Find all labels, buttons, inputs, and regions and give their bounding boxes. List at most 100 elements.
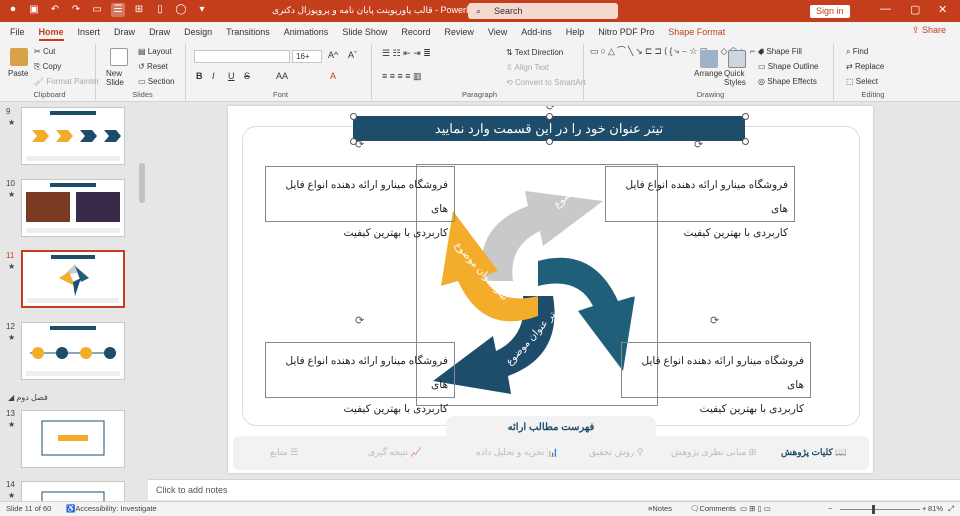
- fit-slide-icon[interactable]: ⤢: [948, 502, 954, 516]
- toc-item-analysis[interactable]: 📊 تجزیه و تحلیل داده: [476, 447, 558, 458]
- layout-button[interactable]: ▤ Layout: [138, 47, 172, 56]
- replace-button[interactable]: ⇄ Replace: [846, 62, 884, 71]
- zoom-slider[interactable]: [840, 509, 920, 510]
- rotate-handle-icon[interactable]: ⟳: [355, 314, 364, 327]
- align-text-button[interactable]: ⇳ Align Text: [506, 63, 549, 72]
- tab-view[interactable]: View: [488, 27, 507, 37]
- change-case-button[interactable]: AA: [276, 71, 288, 81]
- thumbnail-slide-12[interactable]: [21, 322, 125, 380]
- zoom-in-icon[interactable]: +: [922, 502, 926, 516]
- resize-handle[interactable]: [350, 113, 357, 120]
- align-icons[interactable]: ≡ ≡ ≡ ≡ ▥: [382, 71, 422, 82]
- shape-effects-button[interactable]: ◎ Shape Effects: [758, 77, 817, 86]
- font-name-box[interactable]: [194, 50, 290, 63]
- toc-item-general[interactable]: 📖 کلیات پژوهش: [781, 447, 846, 458]
- toc-item-conclusion[interactable]: 📈 نتیجه گیری: [368, 447, 422, 458]
- tab-transitions[interactable]: Transitions: [226, 27, 270, 37]
- shapes-gallery-icon[interactable]: ▭○△⌒╲↘⊏⊐⟨{⤷⌢☆▢▭◇⬠∟⌐↗: [590, 46, 765, 86]
- new-slide-icon[interactable]: [110, 48, 128, 66]
- tab-file[interactable]: File: [10, 27, 25, 37]
- zoom-slider-knob[interactable]: [872, 505, 875, 514]
- rotate-handle-icon[interactable]: ⟳: [694, 138, 703, 151]
- copy-button[interactable]: ⎘ Copy: [34, 62, 61, 72]
- thumbnail-slide-9[interactable]: [21, 107, 125, 165]
- undo-icon[interactable]: ↶: [48, 3, 62, 17]
- paste-button[interactable]: Paste: [8, 69, 28, 78]
- rotate-handle-icon[interactable]: ⟳: [546, 106, 555, 113]
- toc-item-references[interactable]: ☰ منابع: [270, 447, 298, 458]
- comments-button[interactable]: 🗨 Comments: [690, 502, 736, 516]
- tab-record[interactable]: Record: [401, 27, 430, 37]
- scrollbar-thumb[interactable]: [139, 163, 145, 203]
- italic-button[interactable]: I: [212, 71, 215, 81]
- accessibility-button[interactable]: ♿ Accessibility: Investigate: [66, 502, 157, 516]
- minimize-icon[interactable]: —: [880, 3, 891, 15]
- tab-help[interactable]: Help: [566, 27, 585, 37]
- rotate-handle-icon[interactable]: ⟳: [710, 314, 719, 327]
- underline-button[interactable]: U: [228, 71, 235, 81]
- quick-styles-button[interactable]: Quick Styles: [724, 69, 750, 87]
- tab-draw[interactable]: Draw: [114, 27, 135, 37]
- tab-slide-show[interactable]: Slide Show: [342, 27, 387, 37]
- bullets-icon[interactable]: ☰ ☷ ⇤ ⇥ ≣: [382, 48, 431, 59]
- tab-draw-2[interactable]: Draw: [149, 27, 170, 37]
- reset-button[interactable]: ↺ Reset: [138, 62, 168, 71]
- notes-pane[interactable]: Click to add notes: [148, 479, 960, 500]
- new-slide-button[interactable]: New Slide: [106, 69, 132, 87]
- tab-nitro[interactable]: Nitro PDF Pro: [598, 27, 654, 37]
- textbox-bottom-left[interactable]: فروشگاه مینارو ارائه دهنده انواع فایل ها…: [265, 342, 455, 415]
- insert-shape-icon[interactable]: ◯: [174, 3, 188, 17]
- share-button[interactable]: ⇪ Share: [912, 25, 946, 36]
- tab-add-ins[interactable]: Add-ins: [521, 27, 552, 37]
- save-icon[interactable]: ▣: [27, 3, 41, 17]
- resize-handle[interactable]: [546, 113, 553, 120]
- thumbnail-slide-10[interactable]: [21, 179, 125, 237]
- textbox-bottom-right[interactable]: فروشگاه مینارو ارائه دهنده انواع فایل ها…: [621, 342, 811, 415]
- tab-insert[interactable]: Insert: [78, 27, 101, 37]
- close-icon[interactable]: ✕: [938, 3, 947, 16]
- tab-animations[interactable]: Animations: [284, 27, 329, 37]
- arrange-button[interactable]: Arrange: [694, 69, 722, 78]
- thumbnail-slide-14[interactable]: [21, 481, 125, 501]
- thumbnail-slide-11[interactable]: [21, 250, 125, 308]
- rotate-handle-icon[interactable]: ⟳: [355, 138, 364, 151]
- section-button[interactable]: ▭ Section: [138, 77, 174, 86]
- tab-home[interactable]: Home: [38, 27, 64, 41]
- tab-review[interactable]: Review: [444, 27, 474, 37]
- textbox-top-left[interactable]: فروشگاه مینارو ارائه دهنده انواع فایل ها…: [265, 166, 455, 239]
- font-color-icon[interactable]: A: [330, 71, 336, 81]
- resize-handle[interactable]: [742, 113, 749, 120]
- quick-styles-icon[interactable]: [728, 50, 746, 68]
- strike-button[interactable]: S: [244, 71, 250, 81]
- arrange-icon[interactable]: [700, 50, 718, 68]
- select-button[interactable]: ⬚ Select: [846, 77, 878, 86]
- thumbnail-slide-13[interactable]: [21, 410, 125, 468]
- text-direction-button[interactable]: ⇅ Text Direction: [506, 48, 563, 57]
- font-size-box[interactable]: 16+: [292, 50, 322, 63]
- tab-shape-format[interactable]: Shape Format: [668, 27, 725, 37]
- dropdown-icon[interactable]: ▾: [195, 3, 209, 17]
- shape-outline-button[interactable]: ▭ Shape Outline: [758, 62, 818, 71]
- notes-button[interactable]: ≡ Notes: [648, 502, 672, 516]
- cut-button[interactable]: ✂ Cut: [34, 47, 55, 56]
- find-button[interactable]: ⌕ Find: [846, 47, 868, 57]
- zoom-level[interactable]: 81%: [928, 502, 943, 516]
- convert-smartart-button[interactable]: ⟲ Convert to SmartArt: [506, 78, 586, 87]
- bold-button[interactable]: B: [196, 71, 203, 81]
- normal-view-icon[interactable]: ▭ ⊞ ▯ ▭: [740, 502, 771, 516]
- shape-fill-button[interactable]: ◆ Shape Fill: [758, 47, 802, 56]
- toc-item-method[interactable]: ⚲ روش تحقیق: [589, 447, 643, 458]
- normal-view-icon[interactable]: ☰: [111, 3, 125, 17]
- present-icon[interactable]: ▭: [90, 3, 104, 17]
- slide-sorter-icon[interactable]: ⊞: [132, 3, 146, 17]
- section-header[interactable]: ◢ فصل دوم: [8, 393, 48, 402]
- resize-handle[interactable]: [546, 138, 553, 145]
- resize-handle[interactable]: [742, 138, 749, 145]
- reading-view-icon[interactable]: ▯: [153, 3, 167, 17]
- font-shrink-icon[interactable]: Aˇ: [348, 50, 357, 60]
- format-painter-button[interactable]: 🖌 Format Painter: [34, 77, 99, 86]
- signin-button[interactable]: Sign in: [810, 5, 850, 18]
- restore-icon[interactable]: ▢: [910, 3, 920, 16]
- autosave-icon[interactable]: ⏺: [6, 3, 20, 17]
- tab-design[interactable]: Design: [184, 27, 212, 37]
